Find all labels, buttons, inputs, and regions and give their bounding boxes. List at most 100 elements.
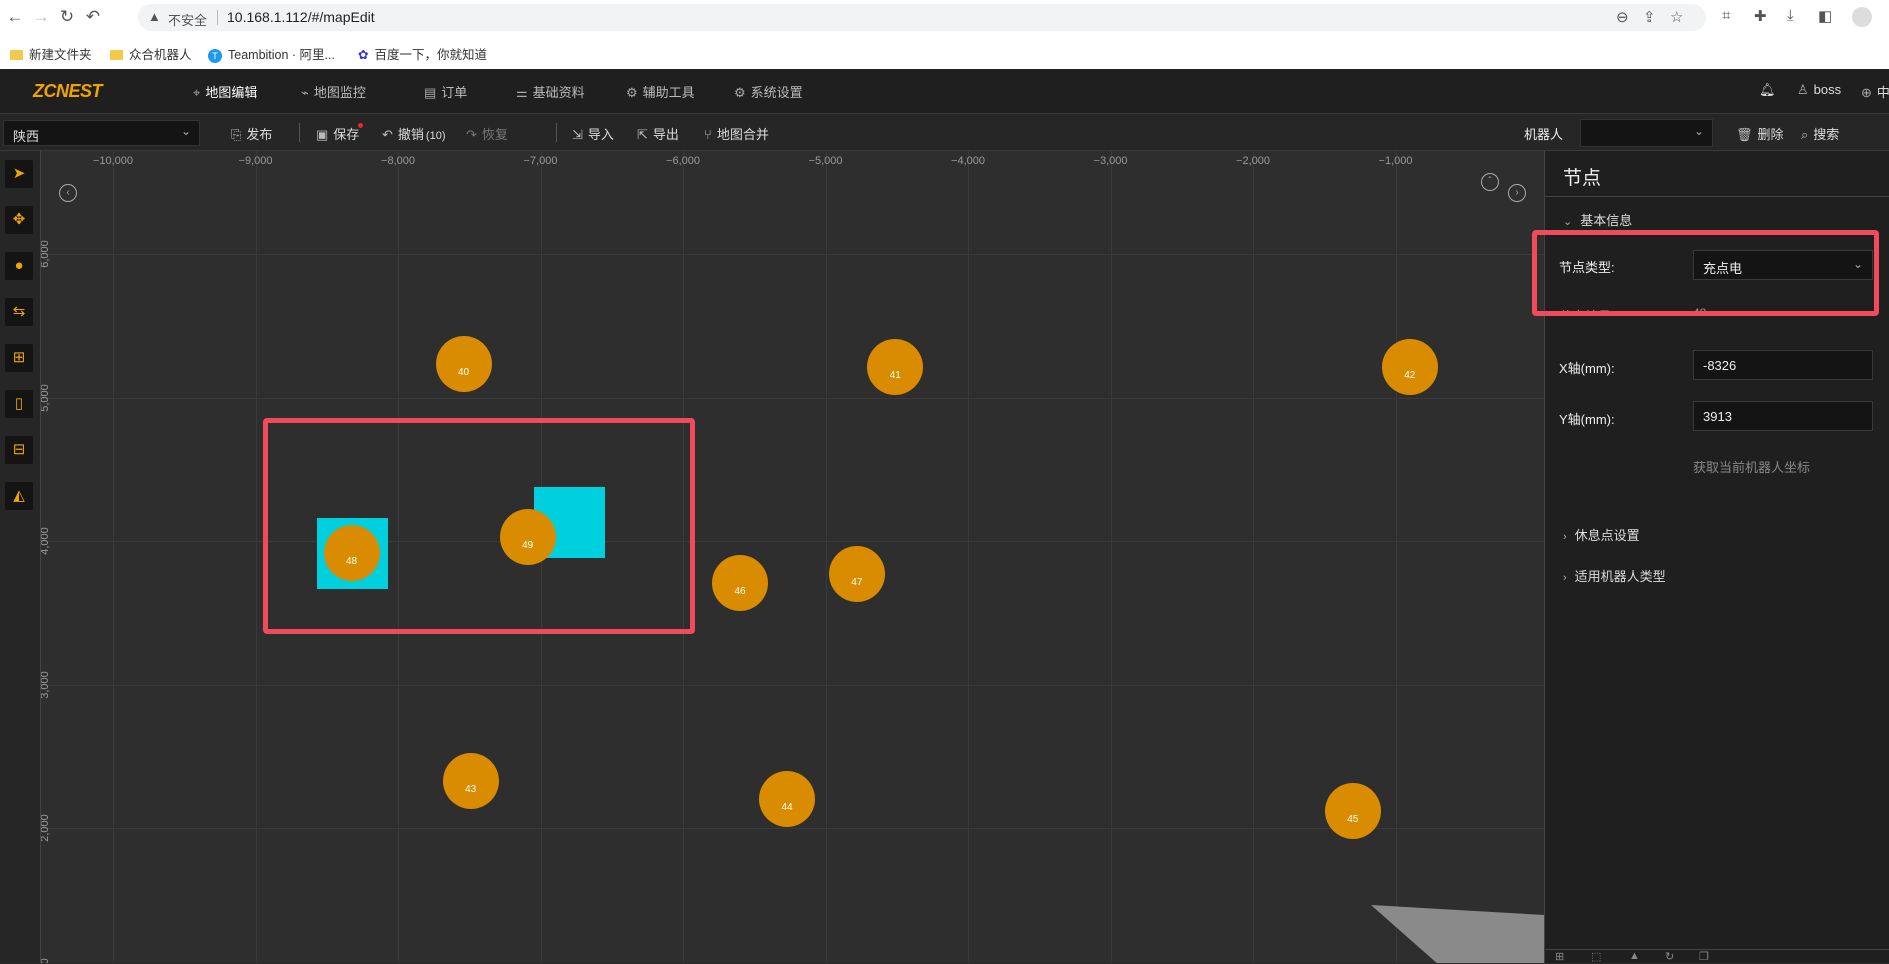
undo-button[interactable]: ↶ 撤销 (10) xyxy=(382,124,445,143)
nav-basic-data[interactable]: ⚌ 基础资料 xyxy=(516,82,585,101)
nav-map-monitor[interactable]: ⌁ 地图监控 xyxy=(301,82,366,101)
zoom-icon[interactable]: ⊖ xyxy=(1616,8,1629,26)
y-tick-label: 3,000 xyxy=(41,670,51,699)
rotate-icon[interactable]: ↻ xyxy=(1665,950,1674,963)
x-axis-label: X轴(mm): xyxy=(1559,361,1615,376)
bookmark-folder-zhonghe[interactable]: 众合机器人 xyxy=(110,44,192,63)
sidebar-icon[interactable]: ◧ xyxy=(1818,7,1832,25)
bookmark-baidu[interactable]: ✿ 百度一下，你就知道 xyxy=(358,44,487,63)
x-axis-input[interactable]: -8326 xyxy=(1693,350,1873,380)
export-button[interactable]: ⇱ 导出 xyxy=(637,124,679,143)
charger-tool-icon[interactable]: ▯ xyxy=(5,390,33,418)
node-tool-icon[interactable]: ● xyxy=(5,252,33,280)
sliders-icon: ⚌ xyxy=(516,85,528,100)
section-basic-info[interactable]: ⌄ 基本信息 xyxy=(1563,210,1632,229)
section-robot-types[interactable]: › 适用机器人类型 xyxy=(1563,566,1666,585)
nav-aux-tools[interactable]: ⚙ 辅助工具 xyxy=(626,82,695,101)
address-bar[interactable]: ▲ 不安全 10.168.1.112/#/mapEdit ⊖ ⇪ ☆ xyxy=(138,4,1706,31)
delete-button[interactable]: 🗑︎ 删除 xyxy=(1736,124,1784,143)
notification-bell[interactable]: 🔔︎ xyxy=(1759,82,1776,98)
select-icon[interactable]: ⬚ xyxy=(1591,950,1601,963)
region-select[interactable]: 陕西 ⌄ xyxy=(3,120,200,146)
chevron-right-icon: › xyxy=(1563,531,1567,543)
map-node-47[interactable]: 47 xyxy=(828,546,885,602)
import-icon: ⇲ xyxy=(572,127,583,142)
y-tick-label: 6,000 xyxy=(41,240,51,268)
nav-system-settings[interactable]: ⚙ 系统设置 xyxy=(734,82,803,101)
map-canvas[interactable]: −10,000 −9,000 −8,000 −7,000 −6,000 −5,000 −4,… xyxy=(41,151,1544,963)
grid-line-horizontal xyxy=(41,254,1544,255)
map-node-46[interactable]: 46 xyxy=(712,554,768,611)
toolbar-divider xyxy=(556,123,557,142)
back-icon[interactable]: ← xyxy=(4,6,26,28)
robot-shadow-shape xyxy=(1371,905,1544,963)
fill-icon[interactable]: ▲ xyxy=(1629,950,1640,962)
bookmark-teambition[interactable]: T Teambition · 阿里... xyxy=(208,44,335,63)
copy-icon[interactable]: ❐ xyxy=(1699,950,1709,963)
import-button[interactable]: ⇲ 导入 xyxy=(572,124,614,143)
map-merge-button[interactable]: ⑂ 地图合并 xyxy=(704,124,769,143)
user-menu[interactable]: ♙ boss xyxy=(1797,82,1841,98)
shelf-tool-icon[interactable]: ⊟ xyxy=(5,436,33,464)
profile-avatar[interactable] xyxy=(1852,7,1872,27)
search-label: 搜索 xyxy=(1813,127,1840,142)
nav-label: 系统设置 xyxy=(750,85,803,100)
star-icon[interactable]: ☆ xyxy=(1670,8,1683,26)
area-tool-icon[interactable]: ⊞ xyxy=(5,344,33,372)
trash-icon: 🗑︎ xyxy=(1736,127,1753,142)
node-id-label: 44 xyxy=(781,802,793,814)
nav-orders[interactable]: ▤ 订单 xyxy=(424,82,467,101)
bookmarks-bar: 新建文件夹 众合机器人 T Teambition · 阿里... ✿ 百度一下，你就… xyxy=(0,35,1889,70)
download-icon[interactable]: ⤓ xyxy=(1787,7,1794,24)
save-button[interactable]: ▣ 保存 xyxy=(316,124,359,143)
y-axis-value: 3913 xyxy=(1703,409,1732,424)
folder-icon xyxy=(110,50,123,60)
grid-icon[interactable]: ⊞ xyxy=(1555,950,1564,963)
chevron-up-icon[interactable]: ˆ xyxy=(1481,173,1499,191)
chevron-right-icon[interactable]: › xyxy=(1508,184,1526,202)
map-node-45[interactable]: 45 xyxy=(1324,782,1381,839)
nav-label: 地图编辑 xyxy=(205,85,258,100)
toolbar-divider xyxy=(299,123,300,142)
x-tick-label: −5,000 xyxy=(808,155,843,167)
extensions-icon[interactable]: ✚ xyxy=(1754,7,1767,25)
map-node-43[interactable]: 43 xyxy=(442,752,499,809)
polygon-tool-icon[interactable]: ◭ xyxy=(5,482,33,510)
map-node-42[interactable]: 42 xyxy=(1381,339,1438,396)
map-node-44[interactable]: 44 xyxy=(759,771,816,828)
node-id-label: 41 xyxy=(889,370,901,382)
nav-map-edit[interactable]: ⌖ 地图编辑 xyxy=(193,82,257,101)
publish-button[interactable]: ⎘ 发布 xyxy=(231,124,272,143)
get-robot-coords-link[interactable]: 获取当前机器人坐标 xyxy=(1693,457,1810,476)
undo-label: 撤销 xyxy=(397,127,424,142)
panel-bottom-bar: ⊞ ⬚ ▲ ↻ ❐ xyxy=(1545,949,1889,964)
robot-select[interactable]: ⌄ xyxy=(1580,119,1713,147)
bookmark-folder-new[interactable]: 新建文件夹 xyxy=(10,44,92,63)
history-icon[interactable]: ↶ xyxy=(82,6,104,28)
field-highlight xyxy=(1532,230,1879,316)
move-tool-icon[interactable]: ✥ xyxy=(5,206,33,234)
forward-icon[interactable]: → xyxy=(30,6,52,28)
crop-icon[interactable]: ⌗ xyxy=(1722,7,1730,24)
chevron-left-icon[interactable]: ‹ xyxy=(59,184,77,202)
y-tick-label: 2,000 xyxy=(41,814,51,842)
gear-icon: ⚙ xyxy=(734,85,746,100)
map-node-40[interactable]: 40 xyxy=(435,336,492,393)
pointer-tool-icon[interactable]: ➤ xyxy=(5,160,33,188)
warning-icon: ▲ xyxy=(148,9,161,24)
section-rest-settings[interactable]: › 休息点设置 xyxy=(1563,525,1640,544)
redo-button[interactable]: ↷ 恢复 xyxy=(466,124,508,143)
language-menu[interactable]: ⊕ 中 xyxy=(1861,82,1889,101)
map-node-41[interactable]: 41 xyxy=(867,339,924,396)
path-tool-icon[interactable]: ⇆ xyxy=(5,298,33,326)
share-icon[interactable]: ⇪ xyxy=(1643,8,1656,26)
node-id-label: 46 xyxy=(734,585,746,597)
y-axis-input[interactable]: 3913 xyxy=(1693,401,1873,431)
x-axis-value: -8326 xyxy=(1703,358,1737,373)
search-button[interactable]: ⌕ 搜索 xyxy=(1801,124,1839,143)
url-text[interactable]: 10.168.1.112/#/mapEdit xyxy=(227,9,375,25)
reload-icon[interactable]: ↻ xyxy=(56,6,78,28)
redo-icon: ↷ xyxy=(466,127,477,142)
logo: ZCNEST xyxy=(33,81,103,101)
publish-label: 发布 xyxy=(246,127,273,142)
